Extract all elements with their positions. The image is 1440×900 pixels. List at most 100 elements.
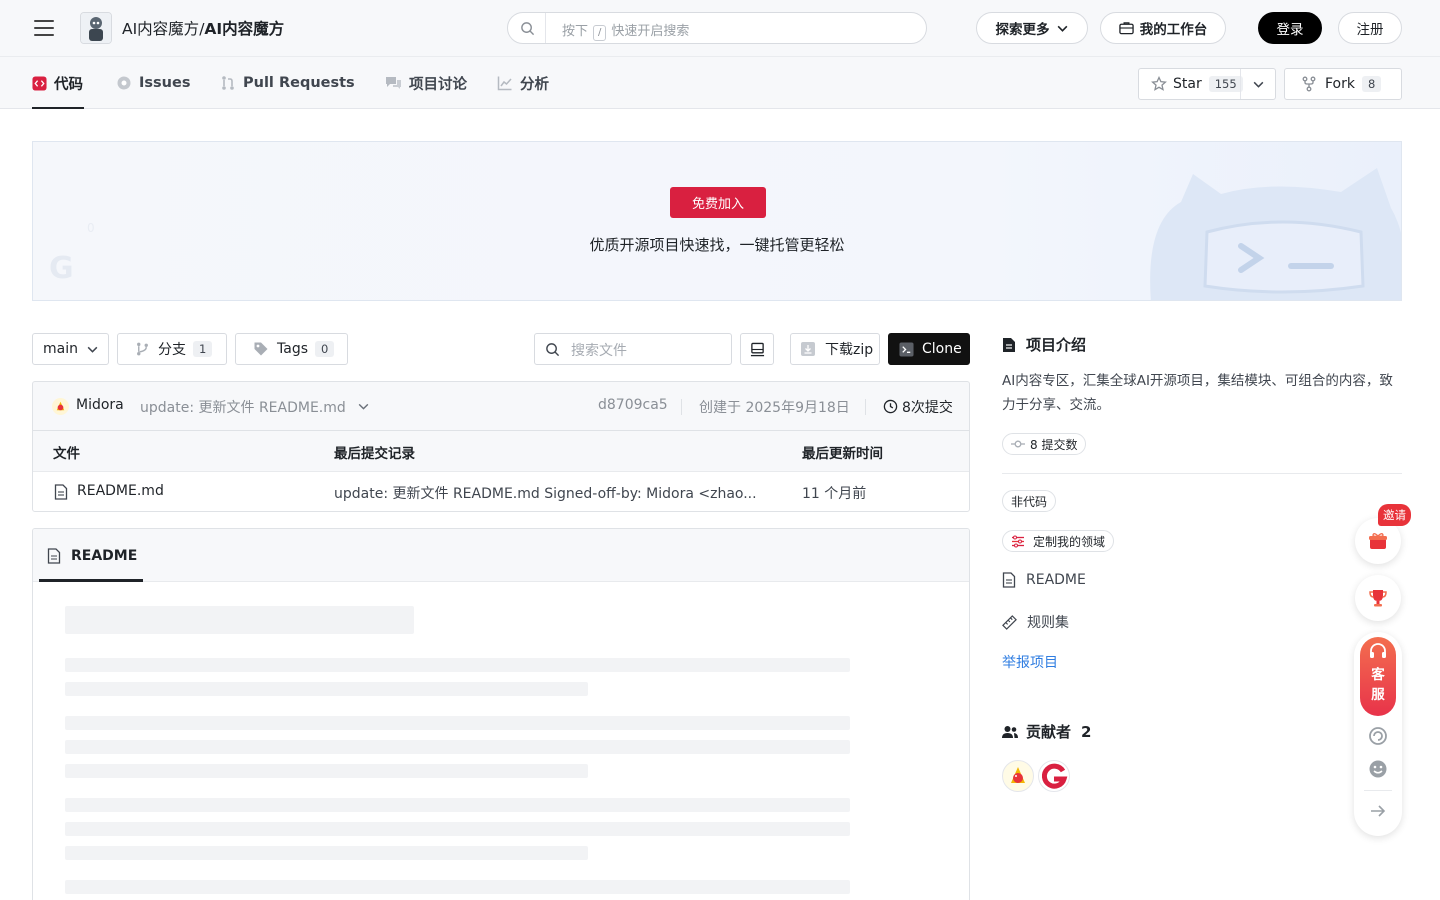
project-description: AI内容专区，汇集全球AI开源项目，集结模块、可组合的内容，致力于分享、交流。 [1002, 373, 1393, 413]
global-search-input[interactable]: 按下 / 快速开启搜索 [507, 12, 927, 44]
headset-icon [1370, 643, 1386, 658]
custom-domain-chip[interactable]: 定制我的领域 [1002, 530, 1115, 552]
fork-icon [1302, 76, 1316, 92]
contributors-title: 贡献者 2 [1002, 721, 1091, 742]
skeleton-line [65, 658, 850, 672]
skeleton-line [65, 764, 588, 778]
tab-discussions[interactable]: 项目讨论 [385, 57, 467, 109]
repo-name-link[interactable]: AI内容魔方 [204, 20, 284, 38]
tag-icon [254, 342, 268, 356]
arrow-right-icon[interactable] [1369, 802, 1387, 820]
explore-more-button[interactable]: 探索更多 [976, 12, 1088, 44]
code-icon [32, 75, 47, 91]
mascot-illustration [1150, 168, 1401, 300]
skeleton-line [65, 798, 850, 812]
clock-icon [883, 399, 898, 414]
tab-pull-requests[interactable]: Pull Requests [220, 57, 355, 109]
file-name-link[interactable]: README.md [77, 483, 164, 499]
file-table-header: 文件 最后提交记录 最后更新时间 [33, 431, 969, 472]
issue-icon [117, 76, 131, 90]
readme-header: README [33, 529, 969, 582]
menu-icon[interactable] [32, 16, 56, 40]
tags-button[interactable]: Tags 0 [235, 333, 348, 365]
feedback-smile-icon[interactable] [1368, 759, 1388, 779]
workbench-button[interactable]: 我的工作台 [1100, 12, 1226, 44]
star-label: Star [1173, 76, 1202, 92]
register-button[interactable]: 注册 [1338, 12, 1402, 44]
repo-owner-link[interactable]: AI内容魔方 [122, 20, 199, 38]
branch-icon [137, 342, 148, 356]
search-shortcut-key: / [593, 25, 607, 41]
refresh-icon[interactable] [1368, 726, 1388, 746]
chevron-down-icon[interactable] [357, 400, 370, 413]
login-button[interactable]: 登录 [1258, 12, 1322, 44]
trophy-button[interactable] [1355, 575, 1401, 621]
contributor-avatar[interactable] [1038, 760, 1070, 792]
file-last-commit-message[interactable]: update: 更新文件 README.md Signed-off-by: Mi… [334, 483, 757, 503]
commit-icon [1011, 440, 1025, 448]
readme-tab[interactable]: README [39, 529, 143, 582]
web-ide-button[interactable] [740, 333, 774, 365]
clone-button[interactable]: Clone [888, 333, 970, 365]
commit-divider [865, 399, 866, 415]
project-intro-title: 项目介绍 [1002, 334, 1086, 355]
commit-message[interactable]: update: 更新文件 README.md [140, 397, 346, 417]
join-free-button[interactable]: 免费加入 [670, 187, 766, 218]
tab-issues[interactable]: Issues [116, 57, 190, 109]
latest-commit-bar: Midora update: 更新文件 README.md d8709ca5 创… [32, 381, 970, 431]
ruleset-link[interactable]: 规则集 [1002, 612, 1069, 632]
tab-code[interactable]: 代码 [32, 57, 84, 109]
commits-chip[interactable]: 8 提交数 [1002, 433, 1087, 455]
branch-select[interactable]: main [32, 333, 109, 365]
skeleton-line [65, 846, 588, 860]
promo-banner: G0 免费加入 优质开源项目快速找，一键托管更轻松 [32, 141, 1402, 301]
skeleton-line [65, 606, 414, 634]
gift-icon [1369, 533, 1387, 549]
discussion-icon [386, 77, 401, 89]
fork-label: Fork [1325, 76, 1355, 92]
chevron-down-icon [87, 346, 98, 353]
readme-link[interactable]: README [1002, 572, 1086, 588]
commit-divider [681, 399, 682, 415]
fork-count: 8 [1361, 76, 1382, 92]
star-divider [1240, 69, 1241, 99]
download-zip-button[interactable]: 下载zip [790, 333, 880, 365]
customer-service-label-2: 服 [1371, 687, 1385, 703]
customer-service-button[interactable]: 客 服 [1360, 637, 1396, 716]
svg-text:G: G [49, 251, 74, 282]
fork-button[interactable]: Fork 8 [1284, 68, 1402, 100]
search-icon [546, 343, 560, 357]
contributor-avatar[interactable] [1002, 760, 1034, 792]
monitor-icon [750, 342, 764, 356]
file-icon [1002, 572, 1016, 588]
commit-created-date: 创建于 2025年9月18日 [699, 400, 850, 416]
search-placeholder: 按下 / 快速开启搜索 [562, 24, 690, 41]
pull-request-icon [222, 76, 234, 90]
tags-count: 0 [315, 341, 335, 357]
sliders-icon [1012, 535, 1024, 547]
floating-divider [1364, 790, 1392, 791]
skeleton-line [65, 716, 850, 730]
skeleton-line [65, 740, 850, 754]
skeleton-line [65, 682, 588, 696]
chevron-down-icon[interactable] [1252, 78, 1265, 91]
star-count: 155 [1208, 76, 1243, 92]
commit-hash[interactable]: d8709ca5 [598, 397, 668, 413]
tab-analytics[interactable]: 分析 [497, 57, 549, 109]
repo-avatar[interactable] [80, 12, 112, 44]
branches-button[interactable]: 分支 1 [117, 333, 227, 365]
commit-count-link[interactable]: 8次提交 [902, 397, 953, 417]
star-button[interactable]: Star 155 [1138, 68, 1276, 100]
column-header-file: 文件 [53, 446, 80, 462]
file-icon [54, 484, 68, 500]
table-row[interactable]: README.md update: 更新文件 README.md Signed-… [33, 472, 969, 512]
file-search-input[interactable]: 搜索文件 [534, 333, 732, 365]
commit-author[interactable]: Midora [76, 397, 124, 413]
repo-breadcrumb: AI内容魔方/AI内容魔方 [122, 17, 284, 39]
column-header-updated: 最后更新时间 [802, 446, 883, 462]
banner-tagline: 优质开源项目快速找，一键托管更轻松 [589, 236, 845, 254]
invite-badge: 邀请 [1378, 504, 1411, 526]
author-avatar[interactable] [52, 398, 69, 415]
report-project-link[interactable]: 举报项目 [1002, 652, 1058, 672]
noncode-chip[interactable]: 非代码 [1002, 490, 1057, 512]
